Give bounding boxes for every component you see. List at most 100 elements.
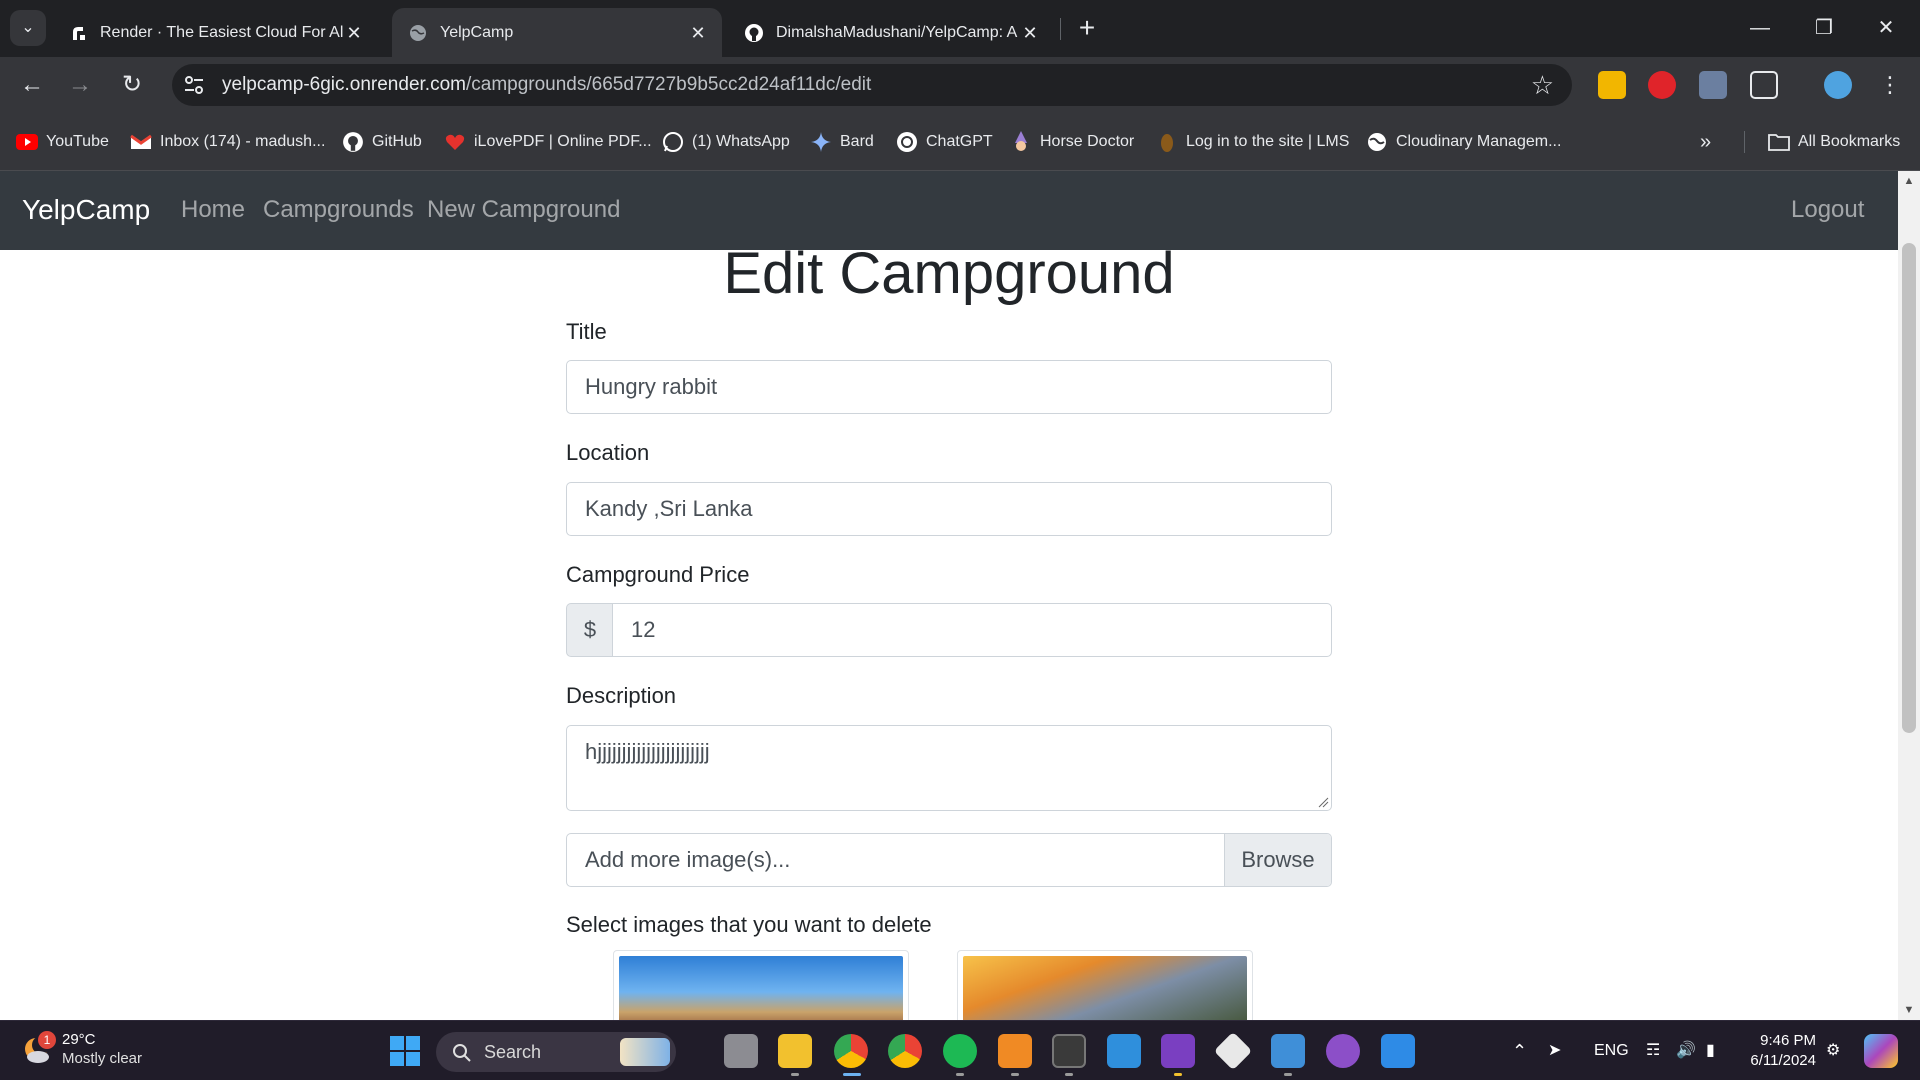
notepad-icon[interactable] — [1271, 1034, 1305, 1068]
bookmark-label: GitHub — [372, 133, 422, 150]
bookmark-horse-doctor[interactable]: Horse Doctor — [1010, 129, 1134, 155]
heart-icon — [444, 131, 466, 153]
tray-overflow-icon[interactable]: ⌃ — [1512, 1039, 1527, 1063]
url-text: yelpcamp-6gic.onrender.com/campgrounds/6… — [222, 64, 871, 106]
minimize-button[interactable]: — — [1730, 8, 1790, 48]
system-clock[interactable]: 9:46 PM 6/11/2024 — [1740, 1031, 1816, 1071]
delete-images-label: Select images that you want to delete — [566, 912, 932, 937]
nav-home[interactable]: Home — [181, 193, 245, 227]
plus-icon: + — [1078, 12, 1096, 43]
pdf-app-icon[interactable] — [998, 1034, 1032, 1068]
all-bookmarks-button[interactable]: All Bookmarks — [1768, 129, 1900, 155]
extension-password-icon[interactable] — [1598, 71, 1626, 99]
image-thumbnail-1[interactable] — [613, 950, 909, 1020]
profile-avatar[interactable] — [1824, 71, 1852, 99]
render-favicon-icon — [68, 23, 88, 43]
gmail-icon — [130, 131, 152, 153]
weather-widget[interactable]: 1 29°C Mostly clear — [22, 1031, 142, 1069]
bookmark-youtube[interactable]: YouTube — [16, 129, 109, 155]
taskbar-search-box[interactable]: Search — [436, 1032, 676, 1072]
nav-logout[interactable]: Logout — [1791, 193, 1864, 227]
running-indicator — [956, 1073, 964, 1076]
chevron-down-icon: ⌄ — [21, 19, 35, 36]
more-bookmarks-button[interactable]: » — [1700, 129, 1711, 155]
restore-button[interactable]: ❐ — [1794, 8, 1854, 48]
spotify-icon[interactable] — [943, 1034, 977, 1068]
chrome-active-icon[interactable] — [834, 1034, 868, 1068]
running-indicator — [1065, 1073, 1073, 1076]
bookmark-ilovepdf[interactable]: iLovePDF | Online PDF... — [444, 129, 652, 155]
extension-pdf-icon[interactable] — [1699, 71, 1727, 99]
extension-adblock-icon[interactable] — [1648, 71, 1676, 99]
tab-render[interactable]: Render · The Easiest Cloud For All Y ✕ — [52, 8, 378, 57]
active-indicator — [843, 1073, 861, 1076]
browser-toolbar: ← → ↻ yelpcamp-6gic.onrender.com/campgro… — [0, 57, 1920, 113]
editor-app-icon[interactable] — [1381, 1034, 1415, 1068]
bookmark-chatgpt[interactable]: ChatGPT — [896, 129, 993, 155]
title-input[interactable]: Hungry rabbit — [566, 360, 1332, 414]
bookmark-cloudinary[interactable]: Cloudinary Managem... — [1366, 129, 1561, 155]
bookmark-gmail[interactable]: Inbox (174) - madush... — [130, 129, 325, 155]
wifi-icon[interactable]: ☶ — [1646, 1039, 1660, 1063]
git-tool-icon[interactable] — [1213, 1031, 1253, 1071]
scroll-down-icon[interactable]: ▼ — [1898, 1000, 1920, 1020]
nav-campgrounds[interactable]: Campgrounds — [263, 193, 414, 227]
scrollbar-thumb[interactable] — [1902, 243, 1916, 733]
tab-search-button[interactable]: ⌄ — [10, 10, 46, 46]
close-window-button[interactable]: ✕ — [1856, 8, 1916, 48]
description-textarea[interactable]: hjjjjjjjjjjjjjjjjjjjjjjj — [566, 725, 1332, 811]
reload-button[interactable]: ↻ — [112, 65, 152, 105]
price-input[interactable]: 12 — [612, 603, 1332, 657]
site-info-icon[interactable] — [182, 73, 206, 97]
battery-icon[interactable]: ▮ — [1706, 1039, 1715, 1063]
kebab-menu-icon: ⋮ — [1879, 72, 1901, 97]
visual-studio-icon[interactable] — [1161, 1034, 1195, 1068]
arrow-left-icon: ← — [20, 71, 44, 98]
close-tab-icon[interactable]: ✕ — [688, 23, 708, 43]
image-file-input[interactable]: Add more image(s)... Browse — [566, 833, 1332, 887]
file-explorer-icon[interactable] — [778, 1034, 812, 1068]
nav-new-campground[interactable]: New Campground — [427, 193, 620, 227]
terminal-icon[interactable] — [1052, 1034, 1086, 1068]
address-bar[interactable]: yelpcamp-6gic.onrender.com/campgrounds/6… — [172, 64, 1572, 106]
github-desktop-icon[interactable] — [1326, 1034, 1360, 1068]
tab-yelpcamp[interactable]: YelpCamp ✕ — [392, 8, 722, 57]
resize-grip-icon[interactable] — [1317, 796, 1329, 808]
copilot-icon[interactable] — [1864, 1034, 1898, 1068]
image-thumbnail-2[interactable] — [957, 950, 1253, 1020]
new-tab-button[interactable]: + — [1070, 12, 1104, 46]
scroll-up-icon[interactable]: ▲ — [1898, 171, 1920, 191]
windows-start-icon[interactable] — [388, 1034, 422, 1068]
bookmark-lms[interactable]: Log in to the site | LMS — [1156, 129, 1349, 155]
location-input[interactable]: Kandy ,Sri Lanka — [566, 482, 1332, 536]
folder-icon — [1768, 131, 1790, 153]
bookmark-bard[interactable]: Bard — [810, 129, 874, 155]
close-tab-icon[interactable]: ✕ — [1020, 23, 1040, 43]
location-arrow-icon[interactable]: ➤ — [1548, 1039, 1561, 1063]
search-label: Search — [484, 1042, 542, 1062]
bookmark-whatsapp[interactable]: (1) WhatsApp — [662, 129, 790, 155]
close-tab-icon[interactable]: ✕ — [344, 23, 364, 43]
page-scrollbar[interactable]: ▲ ▼ — [1898, 171, 1920, 1020]
chrome-menu-button[interactable]: ⋮ — [1870, 65, 1910, 105]
browse-button[interactable]: Browse — [1224, 834, 1331, 886]
campground-image — [619, 956, 903, 1020]
chrome-icon[interactable] — [888, 1034, 922, 1068]
forward-button[interactable]: → — [60, 65, 100, 105]
input-language[interactable]: ENG — [1594, 1039, 1629, 1063]
volume-icon[interactable]: 🔊 — [1676, 1039, 1696, 1063]
settings-gear-icon[interactable]: ⚙ — [1826, 1039, 1840, 1063]
bookmark-star-icon[interactable]: ☆ — [1531, 70, 1554, 100]
back-button[interactable]: ← — [12, 65, 52, 105]
sparkle-icon — [810, 131, 832, 153]
tab-github[interactable]: DimalshaMadushani/YelpCamp: A ✕ — [728, 8, 1054, 57]
vscode-icon[interactable] — [1107, 1034, 1141, 1068]
search-icon — [453, 1044, 471, 1062]
brand-link[interactable]: YelpCamp — [22, 190, 150, 230]
task-view-icon[interactable] — [724, 1034, 758, 1068]
bookmark-github[interactable]: GitHub — [342, 129, 422, 155]
running-indicator — [1174, 1073, 1182, 1076]
bookmark-label: Horse Doctor — [1040, 133, 1135, 150]
chatgpt-icon — [896, 131, 918, 153]
extensions-puzzle-icon[interactable] — [1750, 71, 1778, 99]
